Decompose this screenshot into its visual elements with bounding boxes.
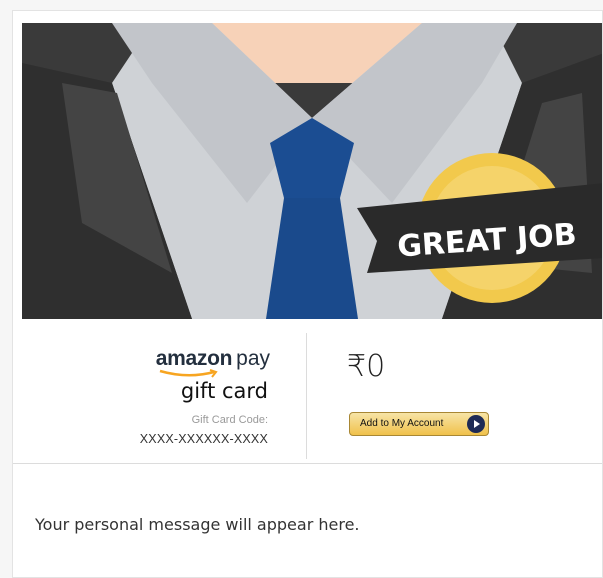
amazon-pay-logo: amazon pay: [155, 347, 270, 378]
horizontal-divider: [13, 463, 602, 464]
suit-illustration: GREAT JOB: [22, 23, 602, 319]
add-to-account-button[interactable]: Add to My Account: [349, 412, 489, 436]
personal-message: Your personal message will appear here.: [35, 515, 360, 534]
add-button-label: Add to My Account: [360, 418, 444, 429]
logo-suffix: pay: [236, 347, 270, 370]
info-row: amazon pay gift card Gift Card Code: XXXX…: [13, 319, 602, 463]
hero-image: GREAT JOB: [22, 23, 602, 319]
gift-amount: ₹0: [347, 349, 386, 384]
logo-word: amazon: [155, 347, 233, 370]
code-label: Gift Card Code:: [191, 414, 268, 426]
smile-arrow-icon: [159, 369, 218, 378]
vertical-divider: [306, 333, 307, 459]
gift-card: GREAT JOB amazon pay gift card Gift Card …: [12, 10, 603, 578]
brand-section: amazon pay gift card Gift Card Code: XXXX…: [13, 319, 306, 463]
code-value: XXXX-XXXXXX-XXXX: [139, 432, 268, 446]
play-arrow-icon: [467, 415, 485, 433]
product-name: gift card: [180, 379, 268, 403]
